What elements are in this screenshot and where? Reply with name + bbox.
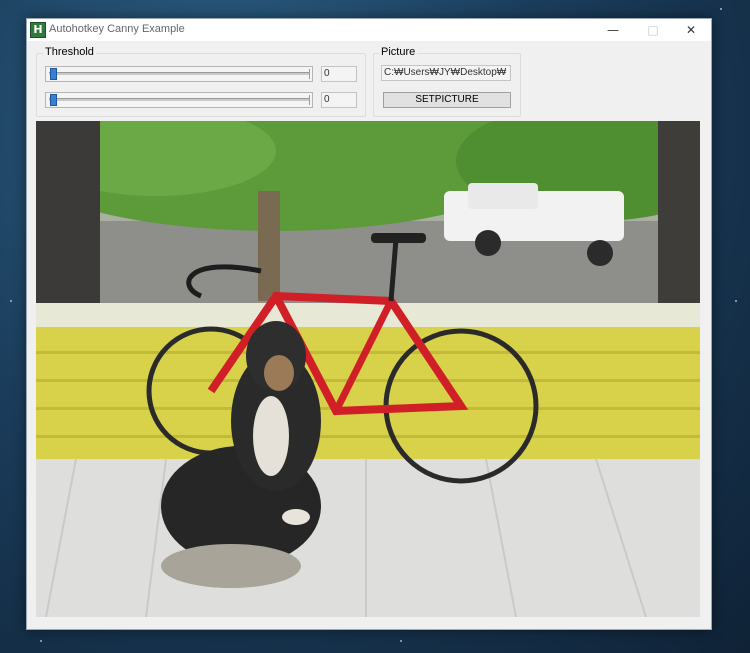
- star: [400, 640, 402, 642]
- slider-tick: [309, 69, 310, 79]
- threshold-label: Threshold: [43, 46, 96, 58]
- app-window: H Autohotkey Canny Example — □ ✕ Thresho…: [26, 18, 712, 630]
- slider-thumb[interactable]: [50, 68, 57, 80]
- close-icon: ✕: [685, 23, 697, 37]
- window-title: Autohotkey Canny Example: [49, 23, 185, 35]
- title-bar[interactable]: H Autohotkey Canny Example — □ ✕: [27, 19, 711, 41]
- threshold-value-2[interactable]: 0: [321, 92, 357, 108]
- slider-track: [49, 72, 309, 75]
- star: [10, 300, 12, 302]
- slider-thumb[interactable]: [50, 94, 57, 106]
- star: [40, 640, 42, 642]
- slider-track: [49, 98, 309, 101]
- photo-dog-bicycle-porch: [36, 121, 700, 617]
- maximize-icon: □: [647, 23, 659, 37]
- star: [735, 300, 737, 302]
- minimize-icon: —: [607, 23, 619, 37]
- minimize-button[interactable]: —: [593, 19, 633, 41]
- picture-label: Picture: [379, 46, 418, 58]
- maximize-button[interactable]: □: [633, 19, 673, 41]
- close-button[interactable]: ✕: [671, 19, 711, 41]
- picture-path-field[interactable]: C:₩Users₩JY₩Desktop₩: [381, 65, 511, 81]
- threshold-slider-2[interactable]: [45, 92, 313, 108]
- set-picture-button[interactable]: SETPICTURE: [383, 92, 511, 108]
- slider-tick: [309, 95, 310, 105]
- star: [720, 8, 722, 10]
- threshold-slider-1[interactable]: [45, 66, 313, 82]
- threshold-value-1[interactable]: 0: [321, 66, 357, 82]
- app-icon: H: [30, 22, 46, 38]
- picture-display: [36, 121, 700, 617]
